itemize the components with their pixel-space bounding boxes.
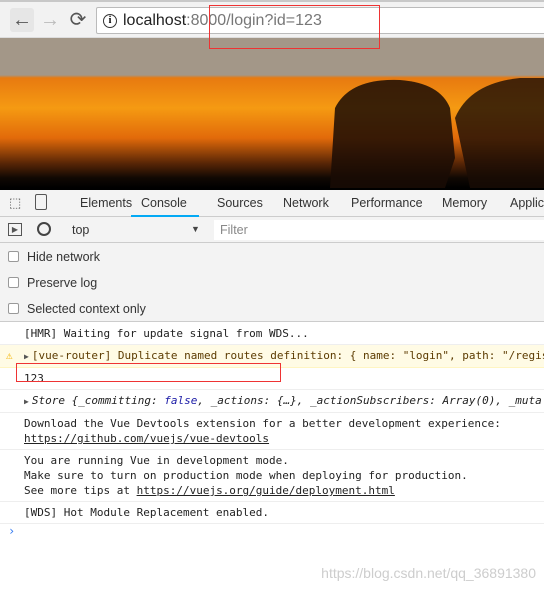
tab-application[interactable]: Applic (510, 196, 544, 210)
tab-console[interactable]: Console (131, 196, 199, 217)
console-prompt[interactable]: › (0, 524, 544, 538)
forward-button[interactable]: → (38, 8, 62, 32)
reload-button[interactable]: ⟳ (66, 8, 90, 32)
filter-input[interactable]: Filter (214, 220, 544, 240)
hide-network-checkbox[interactable]: Hide network (8, 250, 100, 264)
expand-triangle-icon[interactable]: ▶ (24, 397, 29, 406)
watermark: https://blog.csdn.net/qq_36891380 (321, 565, 536, 581)
console-message: [HMR] Waiting for update signal from WDS… (0, 322, 544, 345)
selected-context-checkbox[interactable]: Selected context only (8, 302, 146, 316)
tab-performance[interactable]: Performance (351, 196, 423, 210)
highlight-box-url (209, 5, 380, 49)
info-icon[interactable]: i (103, 14, 117, 28)
console-message: [WDS] Hot Module Replacement enabled. (0, 502, 544, 524)
context-select[interactable]: top (72, 223, 89, 237)
back-button[interactable]: ← (10, 8, 34, 32)
console-output: [HMR] Waiting for update signal from WDS… (0, 322, 544, 538)
url-host: localhost (123, 12, 187, 29)
console-settings: Hide network Preserve log Selected conte… (0, 243, 544, 322)
preserve-log-checkbox[interactable]: Preserve log (8, 276, 97, 290)
clear-console-icon[interactable] (37, 222, 51, 236)
chevron-down-icon[interactable]: ▼ (191, 224, 200, 234)
console-toolbar: ▶ top ▼ Filter (0, 217, 544, 243)
devtools-link[interactable]: https://github.com/vuejs/vue-devtools (24, 432, 269, 445)
console-message: You are running Vue in development mode.… (0, 450, 544, 502)
tab-elements[interactable]: Elements (80, 196, 132, 210)
tab-sources[interactable]: Sources (217, 196, 263, 210)
tab-memory[interactable]: Memory (442, 196, 487, 210)
expand-triangle-icon[interactable]: ▶ (24, 352, 29, 361)
device-toolbar-icon[interactable] (35, 194, 47, 210)
sidebar-toggle-icon[interactable]: ▶ (8, 223, 22, 236)
deployment-link[interactable]: https://vuejs.org/guide/deployment.html (137, 484, 395, 497)
page-banner-image (0, 38, 544, 188)
tab-network[interactable]: Network (283, 196, 329, 210)
highlight-box-output (16, 363, 281, 382)
devtools-tabs: ⬚ Elements Console Sources Network Perfo… (0, 188, 544, 217)
console-message: Download the Vue Devtools extension for … (0, 413, 544, 450)
warning-icon: ⚠ (6, 349, 13, 362)
inspect-element-icon[interactable]: ⬚ (9, 195, 21, 211)
console-object[interactable]: ▶ Store {_committing: false, _actions: {…… (0, 390, 544, 413)
